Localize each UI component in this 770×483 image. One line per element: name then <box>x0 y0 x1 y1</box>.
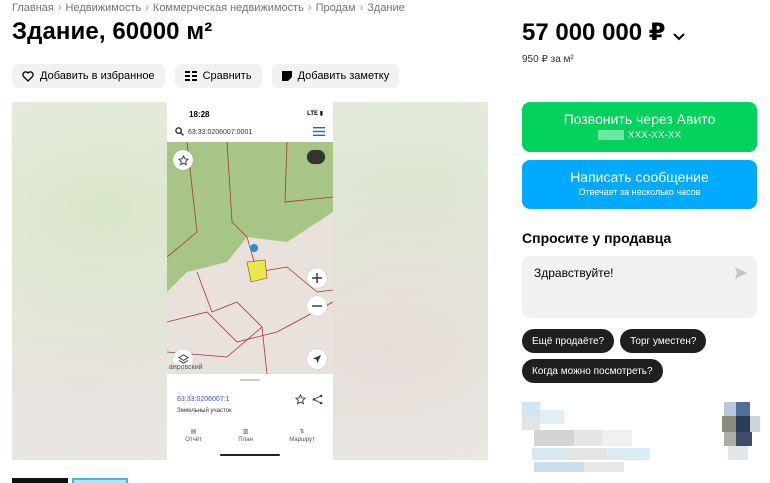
phone-status-bar: 18:28 LTE ▮ <box>167 108 333 122</box>
map-drawing <box>167 142 333 374</box>
call-phone-number: XXX-XX-XX <box>627 129 682 141</box>
note-icon <box>281 71 292 81</box>
breadcrumb-separator: › <box>307 2 312 14</box>
breadcrumb: Главная › Недвижимость › Коммерческая недвиж… <box>12 2 405 14</box>
price[interactable]: 57 000 000 ₽ <box>522 18 686 48</box>
breadcrumb-commercial[interactable]: Коммерческая недвижимость <box>153 2 304 14</box>
phone-network: LTE ▮ <box>307 111 323 117</box>
call-button-label: Позвонить через Авито <box>563 111 716 127</box>
ask-seller-title: Спросите у продавца <box>522 230 672 246</box>
chevron-down-icon[interactable] <box>673 20 686 48</box>
question-chip[interactable]: Ещё продаёте? <box>522 329 615 353</box>
breadcrumb-realty[interactable]: Недвижимость <box>66 2 142 14</box>
ask-seller-input[interactable] <box>534 266 714 280</box>
add-favorite-button[interactable]: Добавить в избранное <box>12 64 165 88</box>
message-response-time: Отвечает за несколько часов <box>578 187 701 197</box>
map-place-label: анровский <box>169 364 203 371</box>
tab-plan-label: План <box>238 437 253 443</box>
breadcrumb-home[interactable]: Главная <box>12 2 54 14</box>
message-button-label: Написать сообщение <box>570 169 709 185</box>
question-chip[interactable]: Торг уместен? <box>620 329 707 353</box>
seller-pixelated-image <box>522 402 760 472</box>
phone-time: 18:28 <box>189 110 210 119</box>
thumbnail-selected[interactable] <box>72 478 128 483</box>
gallery-thumbnails <box>12 478 128 483</box>
search-icon <box>175 126 184 138</box>
breadcrumb-sell[interactable]: Продам <box>316 2 356 14</box>
breadcrumb-separator: › <box>145 2 149 14</box>
tab-route-label: Маршрут <box>289 437 315 443</box>
listing-actions: Добавить в избранное Сравнить Добавить з… <box>12 64 400 88</box>
phone-bottom-sheet: 63:33:0206007:1 Земельный участок ▤ Отчёт… <box>167 374 333 460</box>
star-icon <box>173 150 193 170</box>
zoom-in-icon <box>307 268 327 288</box>
location-arrow-icon <box>307 349 327 369</box>
phone-map: анровский <box>167 142 333 374</box>
share-icon <box>312 392 323 410</box>
phone-search-bar: 63:33:0206007:0001 <box>175 124 325 140</box>
seller-info-blurred <box>522 402 762 472</box>
tab-report: ▤ Отчёт <box>185 428 202 443</box>
home-indicator <box>220 454 280 456</box>
sheet-tabs: ▤ Отчёт ▥ План ⇅ Маршрут <box>167 428 333 443</box>
compare-icon <box>184 71 197 81</box>
call-phone: XXX-XX-XX <box>597 129 682 141</box>
sheet-icons <box>294 392 323 410</box>
star-icon <box>294 392 307 410</box>
sheet-handle <box>240 379 260 381</box>
thumbnail[interactable] <box>12 478 68 483</box>
call-button[interactable]: Позвонить через Авито XXX-XX-XX <box>522 102 757 152</box>
ask-seller-box <box>522 256 757 318</box>
quick-questions: Ещё продаёте? Торг уместен? Когда можно … <box>522 329 762 383</box>
price-per-m2: 950 ₽ за м² <box>522 54 574 65</box>
plan-icon: ▥ <box>242 429 249 435</box>
compare-button[interactable]: Сравнить <box>174 64 262 88</box>
zoom-out-icon <box>307 296 327 316</box>
add-note-label: Добавить заметку <box>297 70 390 82</box>
tab-plan: ▥ План <box>238 428 252 443</box>
question-chip[interactable]: Когда можно посмотреть? <box>522 359 663 383</box>
phone-mask <box>597 130 624 140</box>
heart-icon <box>22 70 34 82</box>
message-button[interactable]: Написать сообщение Отвечает за несколько… <box>522 160 757 209</box>
phone-search-value: 63:33:0206007:0001 <box>188 128 253 136</box>
land-type: Земельный участок <box>177 408 232 414</box>
tab-route: ⇅ Маршрут <box>289 428 315 443</box>
add-favorite-label: Добавить в избранное <box>40 70 155 82</box>
listing-photo[interactable]: 18:28 LTE ▮ 63:33:0206007:0001 анровский… <box>167 102 333 460</box>
price-value: 57 000 000 ₽ <box>522 19 666 46</box>
compare-label: Сравнить <box>202 70 252 82</box>
photo-gallery[interactable]: 18:28 LTE ▮ 63:33:0206007:0001 анровский… <box>12 102 488 460</box>
tab-report-label: Отчёт <box>185 437 202 443</box>
send-icon[interactable] <box>735 266 747 284</box>
breadcrumb-separator: › <box>359 2 364 14</box>
route-icon: ⇅ <box>299 429 305 435</box>
map-scale-icon <box>307 150 325 164</box>
cadastral-number: 63:33:0206007:1 <box>177 396 230 403</box>
phone-network-label: LTE <box>307 111 319 117</box>
add-note-button[interactable]: Добавить заметку <box>271 64 400 88</box>
page-title: Здание, 60000 м² <box>12 18 213 45</box>
breadcrumb-separator: › <box>57 2 62 14</box>
menu-icon <box>313 126 325 138</box>
report-icon: ▤ <box>190 429 197 435</box>
breadcrumb-building[interactable]: Здание <box>367 2 405 14</box>
